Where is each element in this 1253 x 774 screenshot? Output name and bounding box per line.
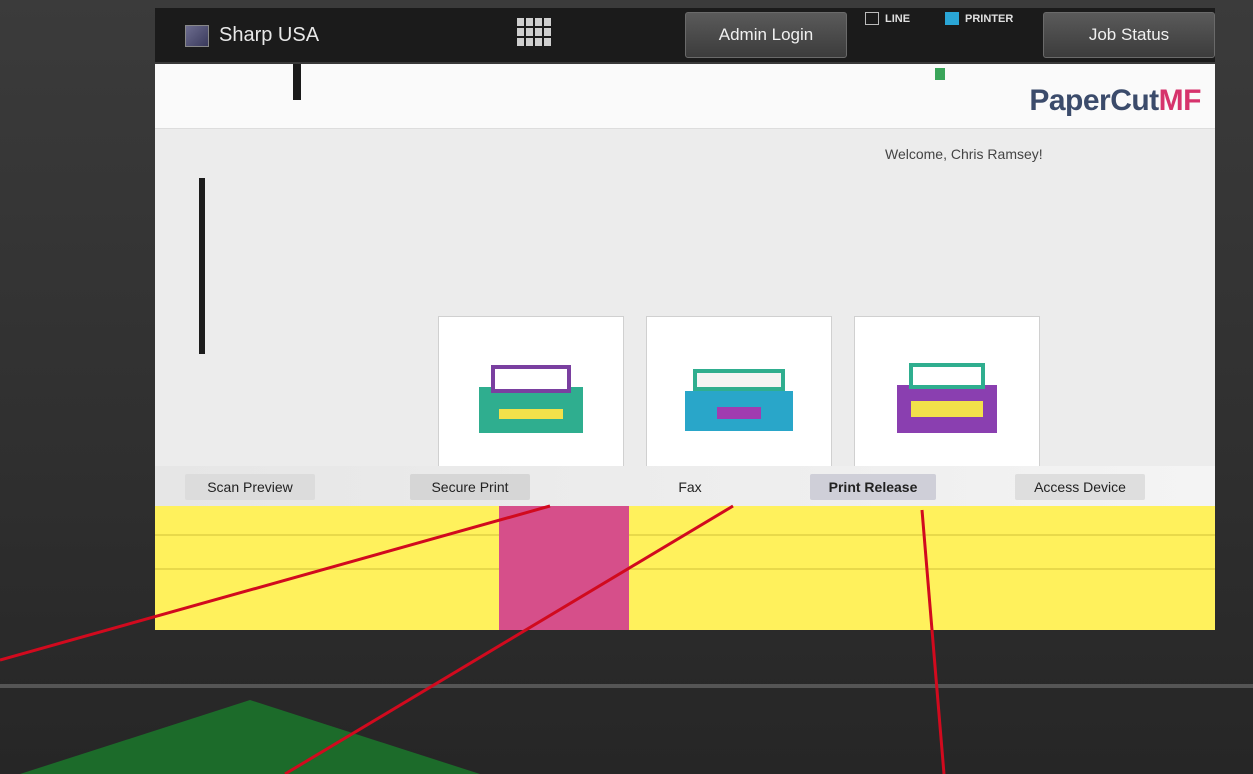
keypad-icon[interactable] [517,18,551,46]
brand: Sharp USA [185,24,319,47]
checkbox-icon [865,12,879,25]
logo-accent: MF [1158,84,1202,117]
mode-printer-toggle[interactable]: PRINTER [945,12,1013,25]
floor-marker [20,700,480,774]
papercut-mark-icon [935,68,945,80]
mode-line-label: LINE [885,12,911,25]
device-top-bar: Sharp USA Admin Login LINE PRINTER Job S… [155,8,1215,62]
mode-line-toggle[interactable]: LINE [865,12,910,25]
touch-screen: PaperCutMF Welcome, Chris Ramsey! Scan P… [155,64,1215,630]
screen-header: PaperCutMF [155,64,1215,129]
copy-icon [479,365,583,433]
action-strip: Scan Preview Secure Print Fax Print Rele… [155,466,1215,506]
scan-preview-button[interactable]: Scan Preview [185,474,315,500]
job-status-button[interactable]: Job Status [1043,12,1215,58]
fax-button[interactable]: Fax [655,474,725,500]
admin-login-button[interactable]: Admin Login [685,12,847,58]
print-release-button[interactable]: Print Release [810,474,936,500]
highlight-block [499,506,629,630]
device-bezel [0,684,1253,688]
scroll-bar[interactable] [293,64,301,100]
secure-print-button[interactable]: Secure Print [410,474,530,500]
device-panel-photo: Sharp USA Admin Login LINE PRINTER Job S… [0,0,1253,774]
welcome-message: Welcome, Chris Ramsey! [885,146,1043,162]
papercut-logo: PaperCutMF [1029,84,1201,118]
brand-logo-icon [185,24,209,47]
left-rail [199,178,205,354]
band-line [155,568,1215,570]
access-device-button[interactable]: Access Device [1015,474,1145,500]
logo-main: PaperCut [1029,84,1159,117]
checkbox-checked-icon [945,12,959,25]
fax-icon [897,363,997,433]
mode-printer-label: PRINTER [965,12,1014,25]
scan-icon [685,369,793,431]
band-line [155,534,1215,536]
brand-name: Sharp USA [219,24,320,46]
